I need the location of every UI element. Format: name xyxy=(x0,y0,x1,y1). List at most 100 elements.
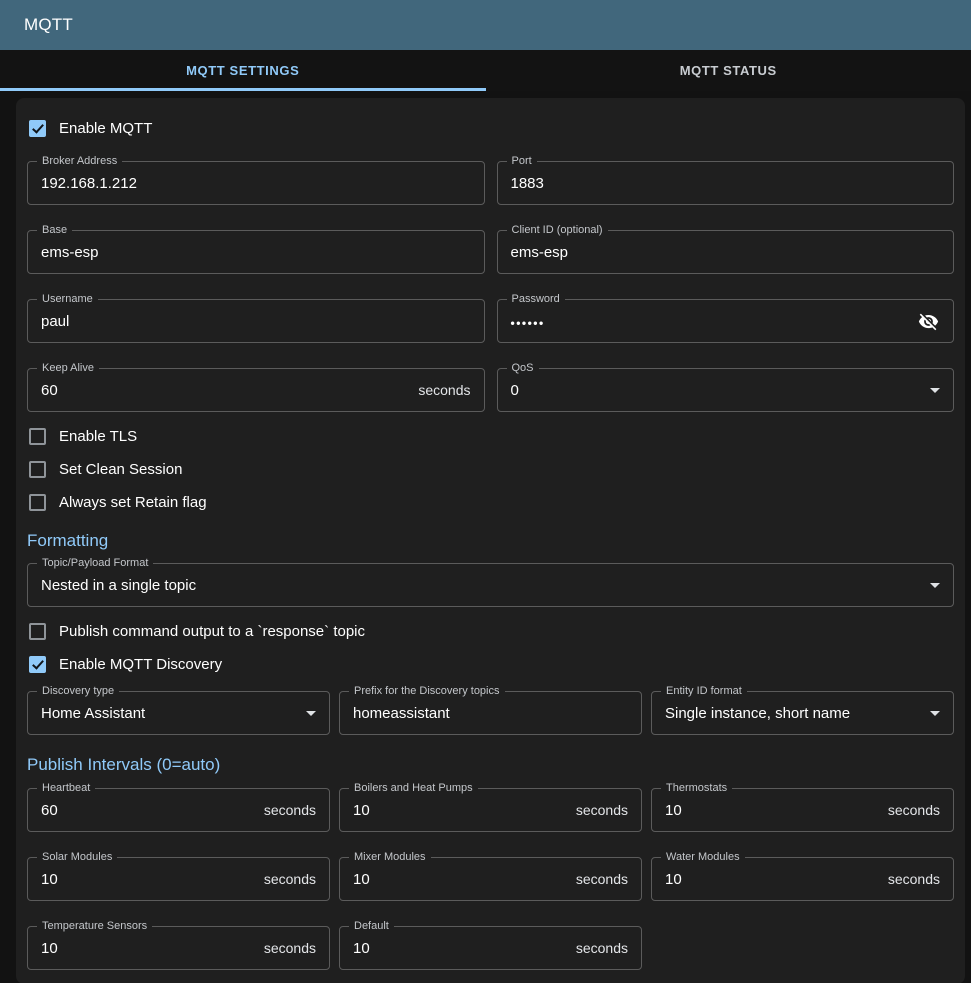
clean-session-row[interactable]: Set Clean Session xyxy=(27,453,954,486)
keep-alive-unit: seconds xyxy=(418,382,470,398)
boilers-value: 10 xyxy=(353,802,370,819)
discovery-prefix-field[interactable]: Prefix for the Discovery topics homeassi… xyxy=(339,691,642,735)
base-field[interactable]: Base ems-esp xyxy=(27,230,485,274)
enable-discovery-label: Enable MQTT Discovery xyxy=(59,656,222,673)
default-label: Default xyxy=(349,920,394,932)
tab-mqtt-status[interactable]: MQTT STATUS xyxy=(486,50,971,91)
keep-alive-label: Keep Alive xyxy=(37,362,99,374)
mixer-label: Mixer Modules xyxy=(349,851,431,863)
heartbeat-value: 60 xyxy=(41,802,58,819)
tab-mqtt-status-label: MQTT STATUS xyxy=(680,63,777,78)
toggle-password-visibility-button[interactable] xyxy=(916,309,940,333)
thermostats-label: Thermostats xyxy=(661,782,732,794)
port-label: Port xyxy=(507,155,537,167)
tab-mqtt-settings-label: MQTT SETTINGS xyxy=(186,63,299,78)
boilers-interval-field[interactable]: Boilers and Heat Pumps 10 seconds xyxy=(339,788,642,832)
entity-id-format-label: Entity ID format xyxy=(661,685,747,697)
thermostats-unit: seconds xyxy=(888,802,940,818)
password-label: Password xyxy=(507,293,565,305)
visibility-off-icon xyxy=(918,311,939,332)
mixer-unit: seconds xyxy=(576,871,628,887)
enable-tls-row[interactable]: Enable TLS xyxy=(27,420,954,453)
password-field[interactable]: Password •••••• xyxy=(497,299,955,343)
discovery-type-value: Home Assistant xyxy=(41,705,145,722)
temperature-sensors-value: 10 xyxy=(41,940,58,957)
publish-response-row[interactable]: Publish command output to a `response` t… xyxy=(27,615,954,648)
clean-session-label: Set Clean Session xyxy=(59,461,182,478)
thermostats-interval-field[interactable]: Thermostats 10 seconds xyxy=(651,788,954,832)
water-interval-field[interactable]: Water Modules 10 seconds xyxy=(651,857,954,901)
password-value: •••••• xyxy=(511,313,545,330)
solar-interval-field[interactable]: Solar Modules 10 seconds xyxy=(27,857,330,901)
client-id-label: Client ID (optional) xyxy=(507,224,608,236)
broker-address-label: Broker Address xyxy=(37,155,122,167)
enable-mqtt-label: Enable MQTT xyxy=(59,120,152,137)
default-unit: seconds xyxy=(576,940,628,956)
discovery-type-label: Discovery type xyxy=(37,685,119,697)
base-value: ems-esp xyxy=(41,244,99,261)
port-value: 1883 xyxy=(511,175,544,192)
dropdown-caret-icon xyxy=(306,711,316,716)
publish-response-label: Publish command output to a `response` t… xyxy=(59,623,365,640)
retain-flag-row[interactable]: Always set Retain flag xyxy=(27,486,954,519)
keep-alive-field[interactable]: Keep Alive 60 seconds xyxy=(27,368,485,412)
discovery-prefix-label: Prefix for the Discovery topics xyxy=(349,685,505,697)
tabbar: MQTT SETTINGS MQTT STATUS xyxy=(0,50,971,91)
boilers-unit: seconds xyxy=(576,802,628,818)
username-value: paul xyxy=(41,313,69,330)
entity-id-format-select[interactable]: Entity ID format Single instance, short … xyxy=(651,691,954,735)
solar-label: Solar Modules xyxy=(37,851,117,863)
heartbeat-unit: seconds xyxy=(264,802,316,818)
water-unit: seconds xyxy=(888,871,940,887)
solar-unit: seconds xyxy=(264,871,316,887)
settings-panel: Enable MQTT Broker Address 192.168.1.212… xyxy=(16,98,965,983)
topic-payload-format-select[interactable]: Topic/Payload Format Nested in a single … xyxy=(27,563,954,607)
tab-mqtt-settings[interactable]: MQTT SETTINGS xyxy=(0,50,486,91)
port-field[interactable]: Port 1883 xyxy=(497,161,955,205)
broker-address-value: 192.168.1.212 xyxy=(41,175,137,192)
formatting-section-header: Formatting xyxy=(27,531,954,551)
topic-payload-format-label: Topic/Payload Format xyxy=(37,557,153,569)
publish-response-checkbox[interactable] xyxy=(29,623,46,640)
dropdown-caret-icon xyxy=(930,583,940,588)
water-value: 10 xyxy=(665,871,682,888)
client-id-field[interactable]: Client ID (optional) ems-esp xyxy=(497,230,955,274)
mixer-value: 10 xyxy=(353,871,370,888)
thermostats-value: 10 xyxy=(665,802,682,819)
keep-alive-value: 60 xyxy=(41,382,58,399)
discovery-type-select[interactable]: Discovery type Home Assistant xyxy=(27,691,330,735)
appbar: MQTT xyxy=(0,0,971,50)
topic-payload-format-value: Nested in a single topic xyxy=(41,577,196,594)
active-tab-indicator xyxy=(0,88,486,91)
enable-discovery-row[interactable]: Enable MQTT Discovery xyxy=(27,648,954,681)
mixer-interval-field[interactable]: Mixer Modules 10 seconds xyxy=(339,857,642,901)
base-label: Base xyxy=(37,224,72,236)
username-field[interactable]: Username paul xyxy=(27,299,485,343)
heartbeat-interval-field[interactable]: Heartbeat 60 seconds xyxy=(27,788,330,832)
dropdown-caret-icon xyxy=(930,711,940,716)
default-interval-field[interactable]: Default 10 seconds xyxy=(339,926,642,970)
enable-mqtt-checkbox[interactable] xyxy=(29,120,46,137)
dropdown-caret-icon xyxy=(930,388,940,393)
enable-tls-checkbox[interactable] xyxy=(29,428,46,445)
clean-session-checkbox[interactable] xyxy=(29,461,46,478)
water-label: Water Modules xyxy=(661,851,745,863)
publish-intervals-section-header: Publish Intervals (0=auto) xyxy=(27,755,954,775)
enable-discovery-checkbox[interactable] xyxy=(29,656,46,673)
enable-mqtt-row[interactable]: Enable MQTT xyxy=(27,109,954,147)
retain-flag-label: Always set Retain flag xyxy=(59,494,207,511)
default-value: 10 xyxy=(353,940,370,957)
discovery-prefix-value: homeassistant xyxy=(353,705,450,722)
broker-address-field[interactable]: Broker Address 192.168.1.212 xyxy=(27,161,485,205)
qos-select[interactable]: QoS 0 xyxy=(497,368,955,412)
temperature-sensors-unit: seconds xyxy=(264,940,316,956)
qos-value: 0 xyxy=(511,382,519,399)
qos-label: QoS xyxy=(507,362,539,374)
boilers-label: Boilers and Heat Pumps xyxy=(349,782,478,794)
retain-flag-checkbox[interactable] xyxy=(29,494,46,511)
temperature-sensors-interval-field[interactable]: Temperature Sensors 10 seconds xyxy=(27,926,330,970)
username-label: Username xyxy=(37,293,98,305)
temperature-sensors-label: Temperature Sensors xyxy=(37,920,152,932)
client-id-value: ems-esp xyxy=(511,244,569,261)
solar-value: 10 xyxy=(41,871,58,888)
